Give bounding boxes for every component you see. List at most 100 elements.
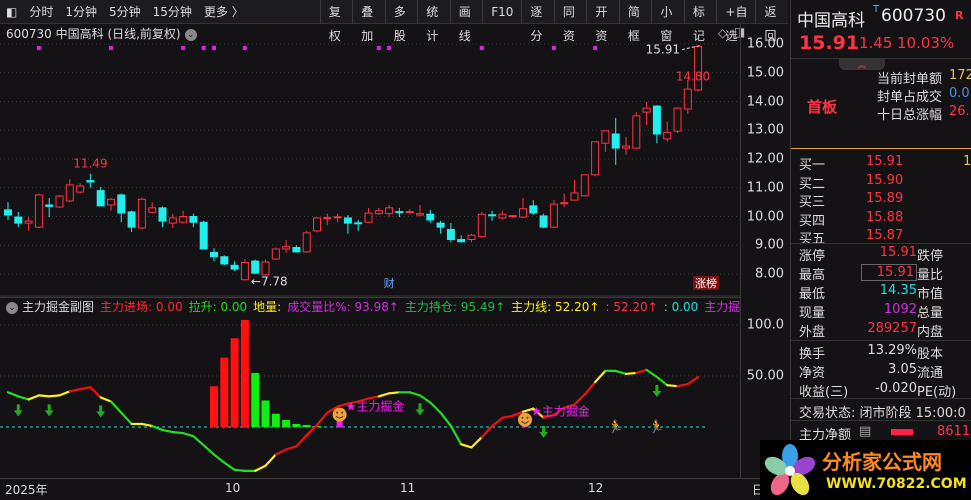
bid-row: 买三 15.89: [791, 191, 971, 210]
toolbar-button[interactable]: F10: [482, 0, 521, 24]
flower-logo-icon: [764, 444, 816, 496]
signal-dot: [376, 46, 381, 50]
signal-label: ★主力掘金: [531, 404, 590, 419]
price-tick: 14.00: [746, 94, 784, 109]
runner-icon: 🏃: [608, 419, 624, 435]
bid-row: 买四 15.88: [791, 210, 971, 229]
value: 0.01: [949, 86, 971, 101]
smiley-icon: [332, 407, 347, 422]
stock-name: 中国高科: [797, 11, 865, 31]
candle-body: [663, 132, 672, 140]
stat-value: 14.35: [879, 283, 917, 298]
candle-body: [24, 220, 33, 224]
candle-body: [251, 260, 260, 274]
quote-panel: 中国高科 T 600730 R 15.91 1.45 10.03% ︽ 当前封单…: [790, 0, 971, 500]
indicator-tick: 100.0: [746, 317, 784, 333]
candle-body: [189, 216, 198, 223]
smiley-icon: [518, 412, 532, 427]
main-force-line-segment: [140, 422, 154, 428]
toolbar-button[interactable]: 复权: [319, 0, 353, 43]
period-5min[interactable]: 5分钟: [103, 3, 147, 20]
value: 1728: [949, 68, 971, 83]
candle-body: [65, 184, 74, 202]
candle-body: [117, 194, 126, 214]
kline-chart[interactable]: 11.49 ←7.78 15.91 14.80 财 涨榜 ★主力掘金 ★主力掘金 🏃 🏃: [0, 24, 740, 478]
main-force-line-segment: [388, 391, 401, 395]
candle-body: [446, 228, 455, 240]
candle-body: [385, 207, 394, 215]
main-force-line-segment: [171, 431, 185, 435]
toolbar-button[interactable]: 同资: [553, 0, 587, 43]
stat-row: 最低 14.35 市值: [791, 283, 971, 302]
main-force-line-segment: [295, 434, 308, 448]
sidebar-toggle-icon[interactable]: ◧: [0, 5, 23, 19]
toolbar-button[interactable]: 逐分: [521, 0, 554, 43]
toolbar-button[interactable]: 统计: [417, 0, 450, 43]
indicator-field: 主力线: 52.20↑: [511, 300, 600, 314]
stat-value: 3.05: [888, 362, 917, 377]
candle-body: [55, 195, 64, 208]
bid-label: 买一: [799, 158, 826, 173]
stat-row: 净资 3.05 流通: [791, 362, 971, 381]
candle-body: [323, 217, 332, 220]
candle-body: [230, 264, 239, 270]
toolbar-button[interactable]: 简框: [618, 0, 652, 43]
chevron-down-icon[interactable]: ⌄: [6, 301, 18, 314]
candle-body: [313, 217, 321, 232]
site-logo: 分析家公式网 WWW.70822.COM: [760, 440, 971, 500]
value: 26.1: [949, 104, 971, 119]
indicator-header: ⌄ 主力掘金副图 主力进场: 0.00 拉升: 0.00 地量: 成交量比%: 93.98…: [0, 297, 740, 315]
volume-bar: [210, 386, 218, 427]
price-row: 15.91 1.45 10.03%: [791, 32, 971, 54]
main-force-line-segment: [37, 394, 51, 398]
candle-body: [416, 213, 424, 216]
stat-label-right: 股本: [917, 347, 944, 362]
x-label: 10: [225, 481, 241, 495]
volume-bar: [271, 413, 280, 427]
candle-body: [549, 203, 558, 228]
candle-body: [148, 207, 157, 213]
runner-icon: 🏃: [649, 419, 665, 435]
toolbar-button[interactable]: 小窗: [651, 0, 684, 43]
signal-dot: [593, 46, 598, 50]
candle-body: [76, 185, 85, 193]
volume-bar: [251, 372, 260, 427]
toolbar-button[interactable]: 叠加: [352, 0, 385, 43]
main-force-line-segment: [449, 424, 463, 446]
high-price-label: 11.49: [73, 157, 107, 171]
main-force-line-segment: [408, 391, 422, 397]
down-arrow-icon: [539, 425, 549, 438]
bid-price: 15.91: [866, 154, 904, 169]
down-arrow-icon: [13, 404, 23, 417]
indicator-field: 成交量比%: 93.98↑: [287, 300, 399, 314]
toolbar-button[interactable]: 多股: [384, 0, 418, 43]
period-more[interactable]: 更多 〉: [198, 3, 250, 20]
stat-value: 15.91: [861, 264, 917, 281]
stat-row: 外盘 289257 内盘: [791, 321, 971, 340]
period-fenshi[interactable]: 分时: [23, 3, 59, 20]
stat-row: 最高 15.91 量比: [791, 264, 971, 283]
toolbar-button[interactable]: 画线: [449, 0, 483, 43]
list-icon[interactable]: ▤: [859, 424, 871, 439]
period-15min[interactable]: 15分钟: [147, 3, 198, 20]
volume-bar: [220, 357, 229, 427]
bid-row: 买一 15.91 1: [791, 154, 971, 173]
stat-label-right: 流通: [917, 366, 944, 381]
candle-body: [642, 107, 651, 113]
period-1min[interactable]: 1分钟: [59, 3, 103, 20]
main-force-line-segment: [68, 388, 82, 393]
candle-body: [302, 232, 311, 253]
seal-amount-row: 当前封单额 1728: [791, 68, 971, 87]
main-force-line-segment: [593, 369, 607, 384]
volume-bar: [240, 319, 249, 427]
toolbar-button[interactable]: 开资: [586, 0, 619, 43]
toolbar-button[interactable]: +自选: [716, 0, 755, 43]
stock-code: 600730: [881, 6, 946, 26]
signal-dot: [242, 46, 247, 50]
stat-value: 1092: [883, 302, 917, 317]
main-force-line-segment: [120, 411, 133, 426]
x-label: 12: [588, 481, 604, 495]
toolbar-button[interactable]: 标记: [683, 0, 717, 43]
main-force-line-segment: [192, 435, 205, 447]
toolbar-button[interactable]: 返回: [755, 0, 788, 43]
